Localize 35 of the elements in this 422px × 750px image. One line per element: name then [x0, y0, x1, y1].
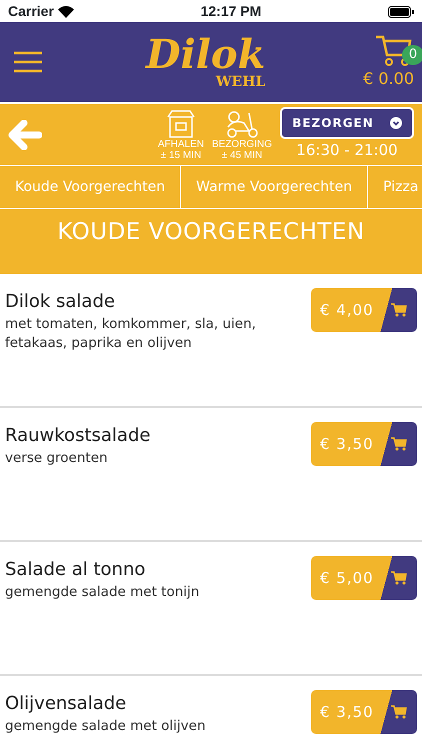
add-to-cart-button[interactable]: € 4,00 — [311, 288, 417, 332]
shop-icon[interactable] — [166, 108, 195, 138]
back-button[interactable] — [8, 120, 42, 150]
cart-count-badge: 0 — [402, 45, 422, 65]
item-description: verse groenten — [5, 449, 109, 468]
option-time: ± 15 MIN — [160, 150, 202, 160]
add-to-cart-button[interactable]: € 3,50 — [311, 422, 417, 466]
item-name: Olijvensalade — [5, 692, 128, 716]
carrier-name: Carrier — [8, 2, 54, 20]
add-to-cart-button[interactable]: € 5,00 — [311, 556, 417, 600]
delivery-mode-dropdown[interactable]: BEZORGEN — [280, 107, 414, 140]
add-to-cart-button[interactable]: € 3,50 — [311, 690, 417, 734]
item-description: gemengde salade met tonijn — [5, 583, 200, 602]
category-tab[interactable]: Koude Voorgerechten — [0, 166, 182, 208]
logo-text: Dilok — [146, 35, 266, 75]
cart-icon — [391, 303, 407, 317]
cart-icon — [391, 571, 407, 585]
option-time: ± 45 MIN — [222, 150, 262, 160]
cart-icon — [391, 437, 407, 451]
item-name: Rauwkostsalade — [5, 424, 150, 448]
category-tab[interactable]: Warme Voorgerechten — [181, 166, 368, 208]
category-tab[interactable]: Pizza — [368, 166, 422, 208]
option-label: AFHALEN — [158, 138, 204, 150]
option-label: BEZORGING — [212, 138, 272, 150]
section-title: KOUDE VOORGERECHTEN — [0, 209, 422, 274]
item-description: gemengde salade met olijven — [5, 717, 206, 736]
item-name: Dilok salade — [5, 290, 116, 314]
cart-icon — [391, 705, 407, 719]
status-time: 12:17 PM — [200, 2, 262, 20]
logo-subtitle: WEHL — [216, 75, 266, 89]
chevron-down-icon — [390, 117, 402, 130]
opening-hours: 16:30 - 21:00 — [296, 140, 398, 162]
cart-total: € 0.00 — [363, 68, 414, 90]
item-description: met tomaten, komkommer, sla, uien, fetakaas, paprika en olijven — [5, 315, 257, 353]
item-name: Salade al tonno — [5, 558, 146, 582]
